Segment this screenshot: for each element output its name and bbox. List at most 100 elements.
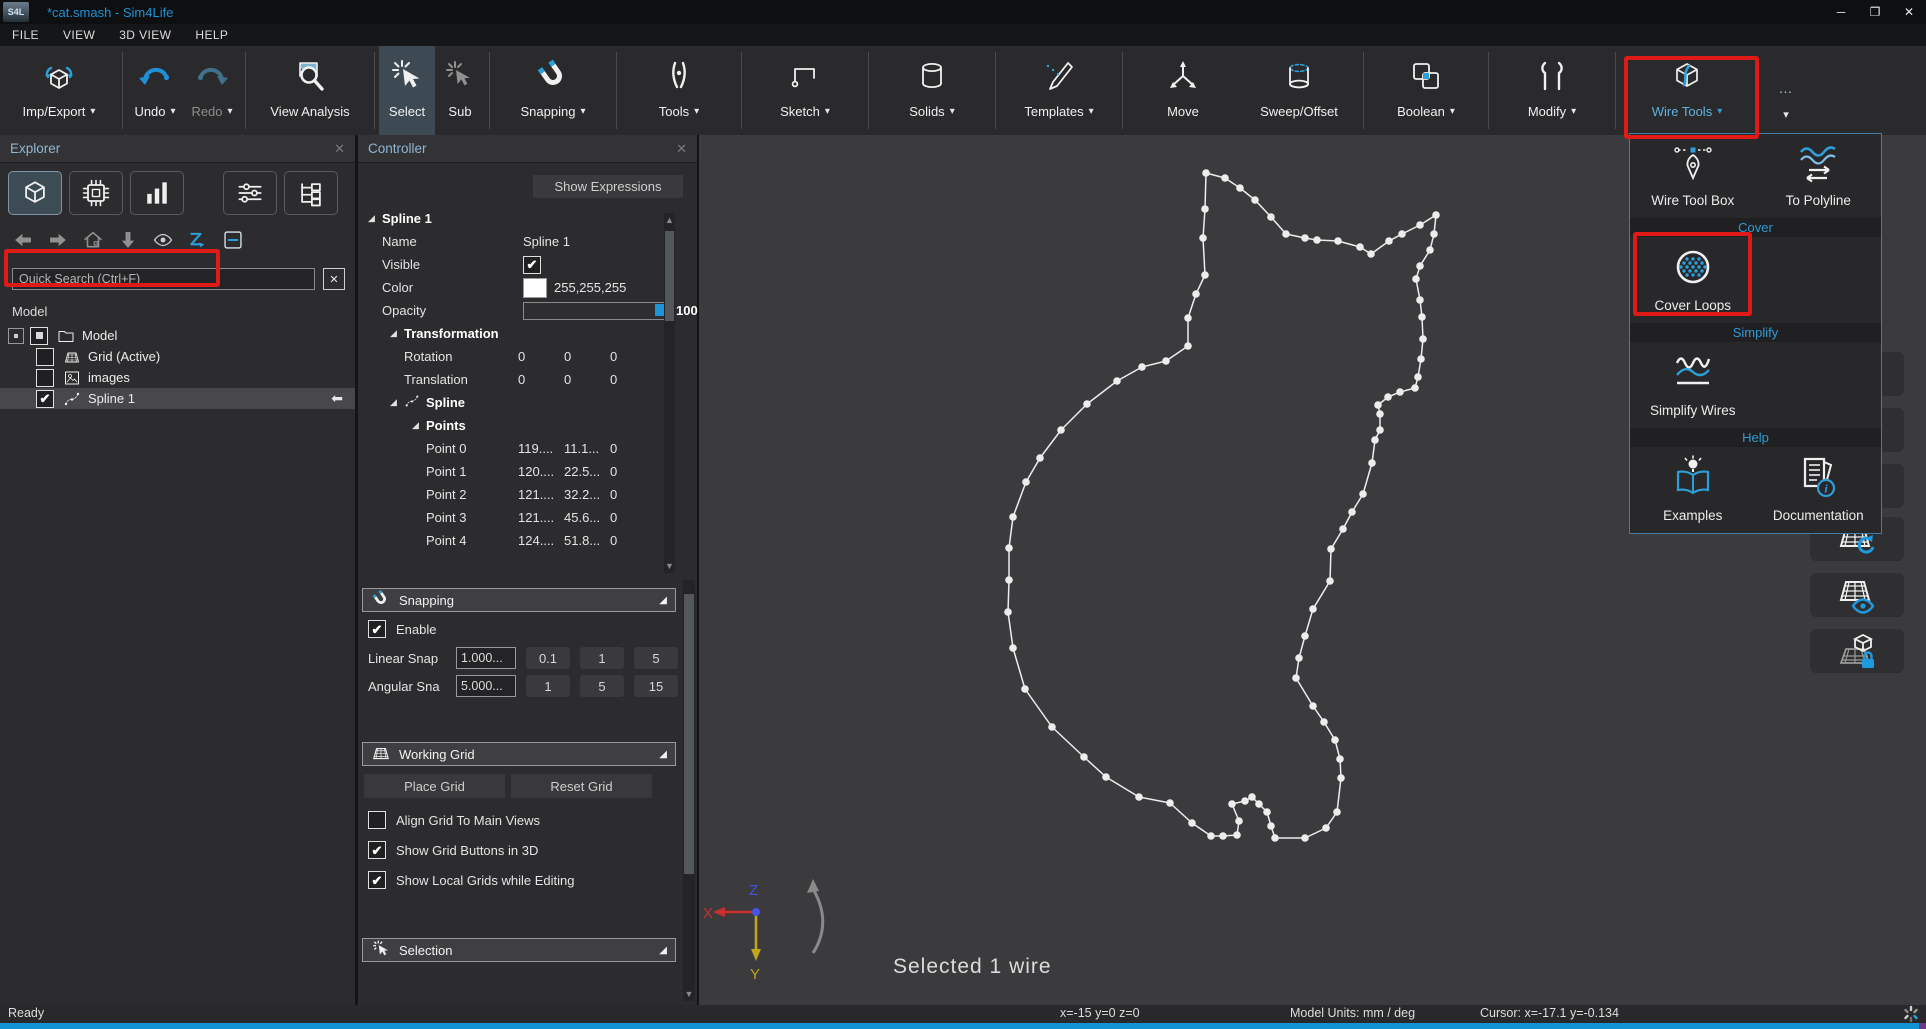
menu-item-cover-loops[interactable]: Cover Loops bbox=[1630, 237, 1756, 323]
menu-item-wire-tool-box[interactable]: Wire Tool Box bbox=[1630, 134, 1756, 218]
menu-file[interactable]: FILE bbox=[0, 28, 51, 42]
explorer-tab-sliders[interactable] bbox=[223, 171, 277, 215]
prop-transformation[interactable]: ◢Transformation bbox=[358, 322, 680, 345]
minimize-button[interactable]: ─ bbox=[1824, 0, 1858, 24]
menu-item-documentation[interactable]: iDocumentation bbox=[1756, 447, 1882, 533]
tool-sweep-offset[interactable]: Sweep/Offset bbox=[1239, 46, 1359, 135]
menu-item-examples[interactable]: Examples bbox=[1630, 447, 1756, 533]
tool-label: Imp/Export ▾ bbox=[23, 104, 96, 119]
tool-move[interactable]: Move bbox=[1127, 46, 1239, 135]
reset-grid-button[interactable]: Reset Grid bbox=[511, 774, 652, 798]
tool-select[interactable]: Select bbox=[379, 46, 435, 135]
linear-preset-1[interactable]: 1 bbox=[580, 647, 624, 669]
viewport-grideye-button[interactable] bbox=[1810, 573, 1904, 617]
snapping-section-header[interactable]: Snapping◢ bbox=[362, 588, 676, 612]
view-analysis-icon bbox=[292, 54, 328, 98]
tool-undo[interactable]: Undo ▾ bbox=[127, 46, 183, 135]
angular-snap-input[interactable]: 5.000... bbox=[456, 675, 516, 697]
prop-points[interactable]: ◢Points bbox=[358, 414, 680, 437]
tool-sketch[interactable]: Sketch ▾ bbox=[746, 46, 864, 135]
checkbox[interactable] bbox=[30, 327, 48, 345]
documentation-icon: i bbox=[1795, 455, 1841, 502]
nav-arrowleft-icon[interactable] bbox=[12, 229, 34, 254]
tree-row-spline-1[interactable]: ✔Spline 1⬅ bbox=[0, 388, 355, 409]
viewport-gridlock-button[interactable] bbox=[1810, 629, 1904, 673]
linear-snap-input[interactable]: 1.000... bbox=[456, 647, 516, 669]
tree-label: images bbox=[88, 370, 130, 385]
angular-preset-15[interactable]: 15 bbox=[634, 675, 678, 697]
sim4life-window: S4L *cat.smash - Sim4Life ─ ❐ ✕ FILEVIEW… bbox=[0, 0, 1926, 1029]
menu-item-to-polyline[interactable]: To Polyline bbox=[1756, 134, 1882, 218]
checkbox[interactable]: ✔ bbox=[368, 620, 386, 638]
tree-expander[interactable] bbox=[8, 328, 24, 344]
explorer-tab-bars[interactable] bbox=[130, 171, 184, 215]
checkbox[interactable]: ✔ bbox=[368, 841, 386, 859]
checkbox[interactable]: ✔ bbox=[36, 390, 54, 408]
option-align-grid-to-main-views[interactable]: Align Grid To Main Views bbox=[368, 811, 540, 829]
overflow-chevron-icon[interactable]: ▾ bbox=[1783, 108, 1789, 121]
checkbox[interactable] bbox=[368, 811, 386, 829]
controller-close-icon[interactable]: ✕ bbox=[676, 141, 687, 157]
topolyline-icon bbox=[1795, 142, 1841, 187]
tool-view-analysis[interactable]: View Analysis bbox=[250, 46, 370, 135]
explorer-tab-cube[interactable] bbox=[8, 171, 62, 215]
checkbox[interactable] bbox=[36, 348, 54, 366]
nav-arrowdown-icon[interactable] bbox=[117, 229, 139, 254]
checkbox[interactable] bbox=[36, 369, 54, 387]
goto-arrow-icon[interactable]: ⬅ bbox=[331, 390, 343, 407]
explorer-close-icon[interactable]: ✕ bbox=[334, 141, 345, 157]
checkbox[interactable]: ✔ bbox=[523, 256, 541, 274]
angular-preset-5[interactable]: 5 bbox=[580, 675, 624, 697]
nav-zoomz-icon[interactable] bbox=[187, 229, 209, 254]
nav-arrowright-icon[interactable] bbox=[47, 229, 69, 254]
checkbox[interactable]: ✔ bbox=[368, 871, 386, 889]
tool-tools[interactable]: Tools ▾ bbox=[621, 46, 737, 135]
controller-scrollbar[interactable]: ▼ bbox=[683, 580, 695, 1001]
search-clear-button[interactable]: ✕ bbox=[323, 268, 345, 290]
linear-preset-0-1[interactable]: 0.1 bbox=[526, 647, 570, 669]
maximize-button[interactable]: ❐ bbox=[1858, 0, 1892, 24]
overflow-dots-icon[interactable]: … bbox=[1779, 80, 1794, 96]
close-button[interactable]: ✕ bbox=[1892, 0, 1926, 24]
snapping-enable-row[interactable]: ✔Enable bbox=[368, 620, 436, 638]
menu-help[interactable]: HELP bbox=[183, 28, 240, 42]
place-grid-button[interactable]: Place Grid bbox=[364, 774, 505, 798]
tool-snapping[interactable]: Snapping ▾ bbox=[494, 46, 612, 135]
angular-preset-1[interactable]: 1 bbox=[526, 675, 570, 697]
splineicon-icon bbox=[62, 390, 82, 408]
tool-boolean[interactable]: Boolean ▾ bbox=[1368, 46, 1484, 135]
option-show-local-grids-while-editing[interactable]: ✔Show Local Grids while Editing bbox=[368, 871, 574, 889]
tree-row-images[interactable]: images bbox=[0, 367, 355, 388]
opacity-slider[interactable] bbox=[523, 302, 668, 320]
boolean-icon bbox=[1408, 54, 1444, 98]
linear-preset-5[interactable]: 5 bbox=[634, 647, 678, 669]
prop-spline-1[interactable]: ◢Spline 1 bbox=[358, 207, 680, 230]
selection-section-header[interactable]: Selection◢ bbox=[362, 938, 676, 962]
tool-sub[interactable]: Sub bbox=[435, 46, 485, 135]
toolbar-overflow[interactable]: … ▾ bbox=[1756, 46, 1816, 135]
tool-wire-tools[interactable]: Wire Tools ▾ bbox=[1624, 46, 1750, 119]
tool-solids[interactable]: Solids ▾ bbox=[873, 46, 991, 135]
menu-item-simplify-wires[interactable]: Simplify Wires bbox=[1630, 342, 1756, 428]
explorer-tab-treeicon[interactable] bbox=[284, 171, 338, 215]
tool-templates[interactable]: Templates ▾ bbox=[1000, 46, 1118, 135]
explorer-panel: Explorer ✕ Quick Search (Ctrl+F) ✕ Model… bbox=[0, 135, 358, 1005]
nav-minusbox-icon[interactable] bbox=[222, 229, 244, 254]
tool-redo[interactable]: Redo ▾ bbox=[183, 46, 241, 135]
show-expressions-button[interactable]: Show Expressions bbox=[533, 175, 683, 198]
tree-row-model[interactable]: Model bbox=[0, 325, 355, 346]
menu-view[interactable]: VIEW bbox=[51, 28, 107, 42]
tree-row-grid-active[interactable]: Grid (Active) bbox=[0, 346, 355, 367]
explorer-tab-chip[interactable] bbox=[69, 171, 123, 215]
option-show-grid-buttons-in-3d[interactable]: ✔Show Grid Buttons in 3D bbox=[368, 841, 538, 859]
tool-modify[interactable]: Modify ▾ bbox=[1493, 46, 1611, 135]
tool-imp-export[interactable]: Imp/Export ▾ bbox=[0, 46, 118, 135]
working-grid-section-header[interactable]: Working Grid◢ bbox=[362, 742, 676, 766]
color-swatch[interactable] bbox=[523, 278, 547, 298]
quick-search-input[interactable]: Quick Search (Ctrl+F) bbox=[12, 268, 315, 290]
nav-eye-icon[interactable] bbox=[152, 229, 174, 254]
prop-spline[interactable]: ◢Spline bbox=[358, 391, 680, 414]
nav-home-icon[interactable] bbox=[82, 229, 104, 254]
menu-3d-view[interactable]: 3D VIEW bbox=[107, 28, 183, 42]
properties-scrollbar[interactable]: ▲▼ bbox=[664, 213, 675, 573]
